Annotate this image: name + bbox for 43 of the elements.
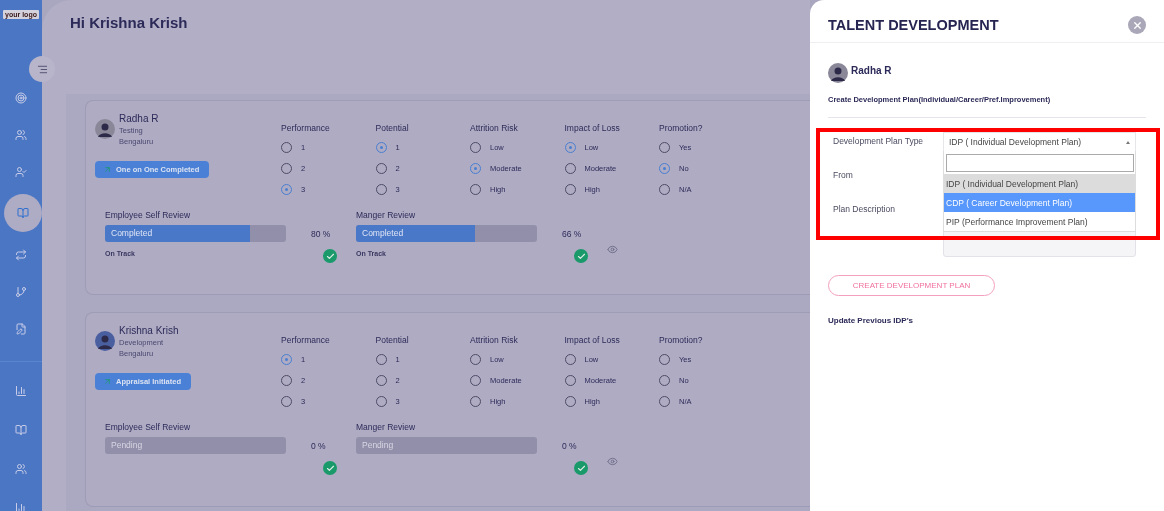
book-icon[interactable] [4,194,42,232]
review-title: Employee Self Review [105,422,192,432]
avatar [828,63,848,83]
collapse-icon[interactable] [29,56,55,82]
rating-title: Impact of Loss [564,123,621,133]
progress-status: Pending [362,440,394,450]
caret-icon [1126,140,1130,144]
rating-title: Promotion? [659,123,704,133]
arrow-icon [103,165,112,174]
review-title: Employee Self Review [105,210,192,220]
rating-title: Performance [281,123,331,133]
avatar [95,119,115,139]
review-title: Manger Review [356,422,417,432]
avatar [95,331,115,351]
review-title: Manger Review [356,210,417,220]
panel-title: TALENT DEVELOPMENT [828,17,999,33]
search-field[interactable] [945,154,1134,172]
progress-status: Completed [362,228,404,238]
close-button[interactable] [1128,16,1146,34]
close-icon [1131,19,1143,31]
percent: 66 % [562,228,582,239]
rating-title: Promotion? [659,335,704,345]
employee-name: Radha R [119,113,159,124]
rating-title: Attrition Risk [470,335,519,345]
percent: 80 % [311,228,331,239]
employee-name: Radha R [851,64,892,76]
field-label: Development Plan Type [833,136,925,146]
percent: 0 % [311,440,326,451]
rating-title: Performance [281,335,331,345]
employee-name: Krishna Krish [119,325,179,336]
arrow-icon [103,377,112,386]
progress-status: Completed [111,228,153,238]
rating-title: Attrition Risk [470,123,519,133]
greeting: Hi Krishna Krish [70,14,189,33]
dropdown-option[interactable]: IDP ( Individual Development Plan) [944,174,1135,193]
rating-title: Impact of Loss [564,335,621,345]
rating-title: Potential [375,335,410,345]
update-link[interactable]: Update Previous IDP's [828,316,1146,325]
rating-title: Potential [375,123,410,133]
progress-status: Pending [111,440,143,450]
percent: 0 % [562,440,577,451]
field-label: Plan Description [833,204,896,214]
field-label: From [833,170,854,180]
